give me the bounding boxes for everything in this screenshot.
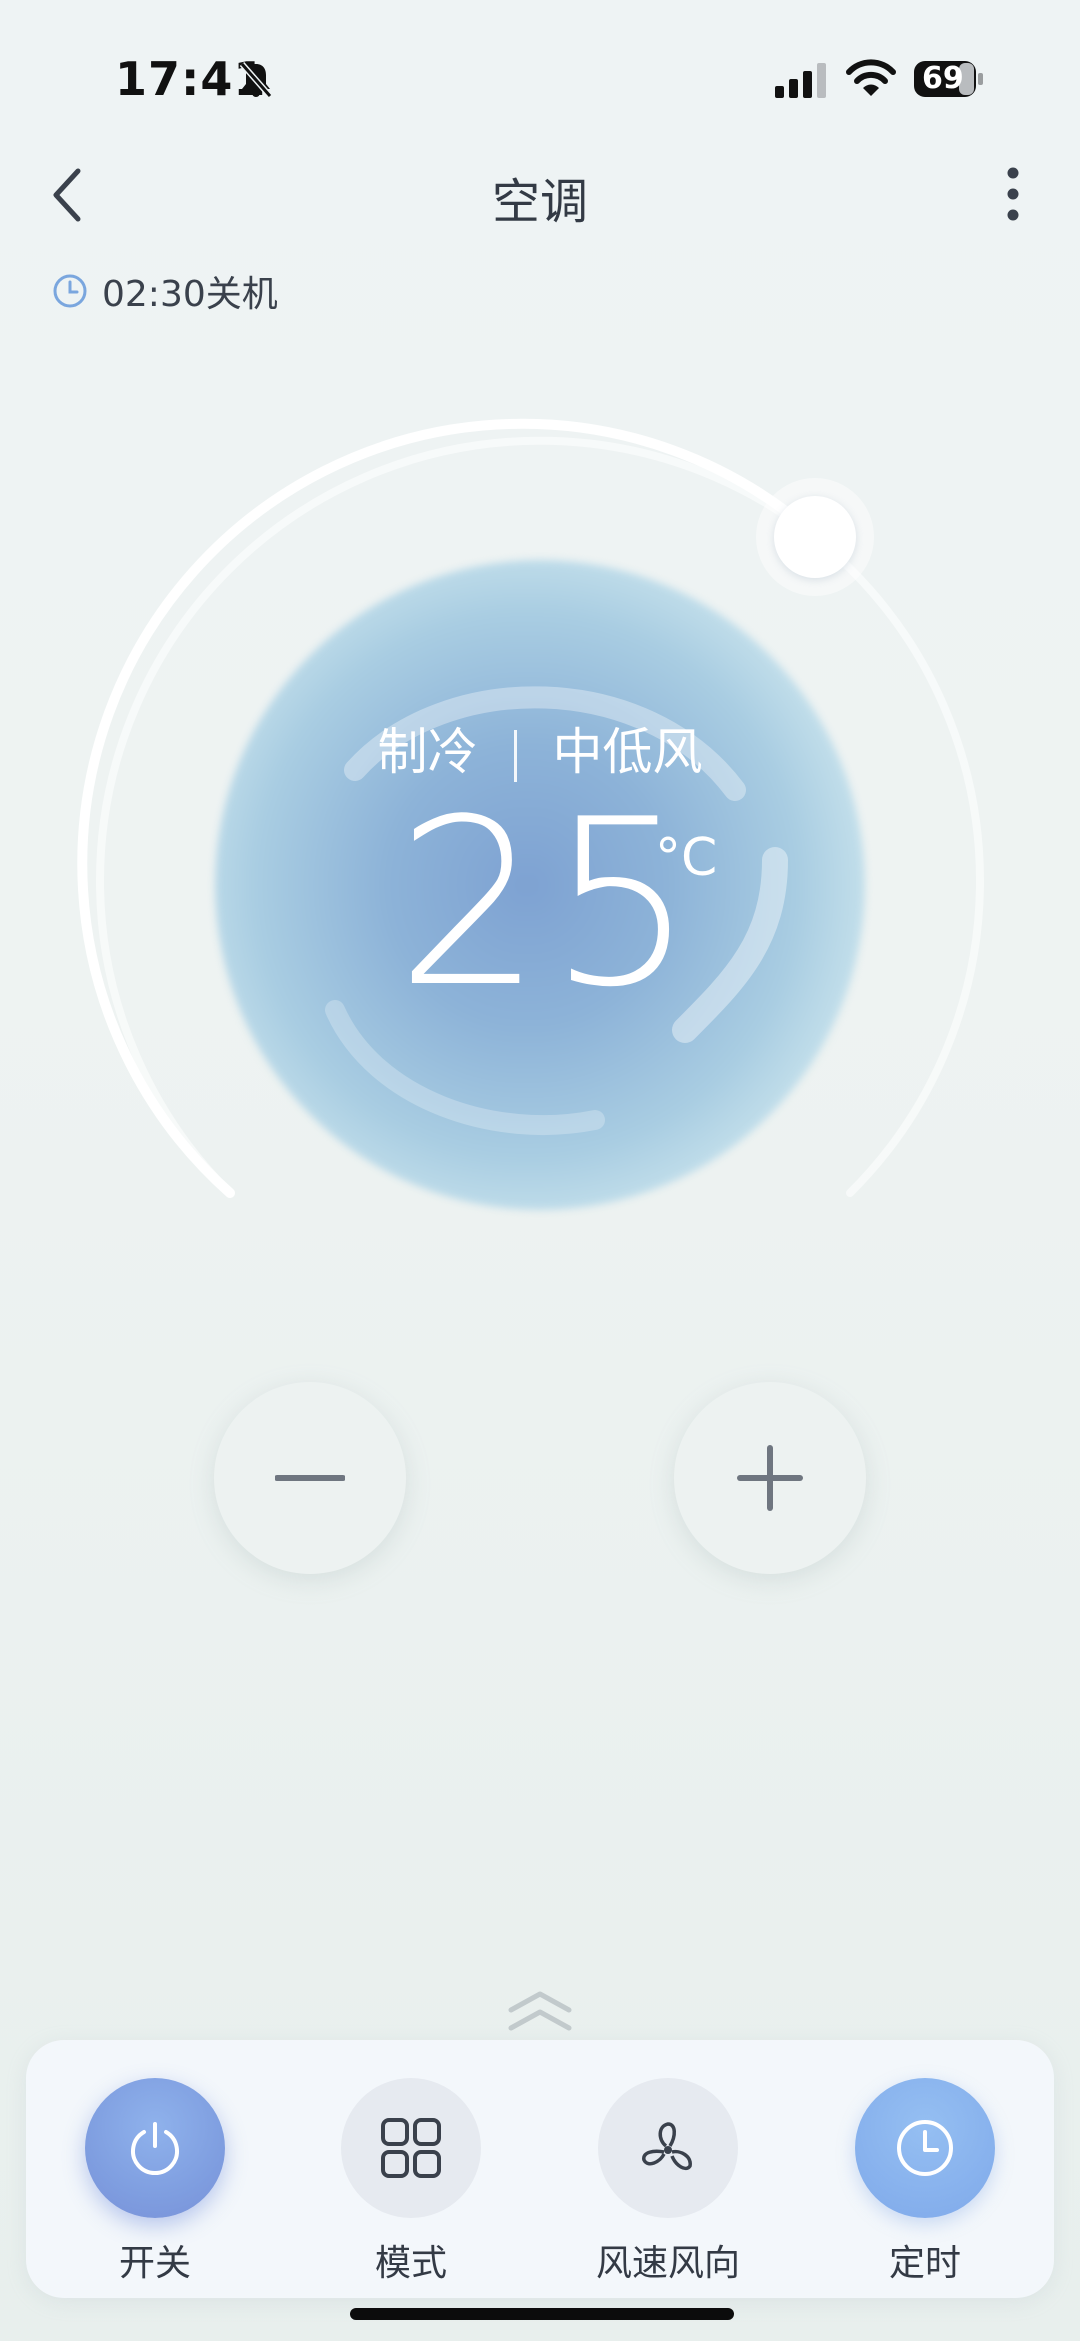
- fan-circle[interactable]: [598, 2078, 738, 2218]
- fan-icon: [642, 2122, 692, 2171]
- fan-label: 风速风向: [595, 2243, 740, 2284]
- grid-icon: [381, 2118, 441, 2178]
- fan-button[interactable]: 风速风向: [588, 2078, 748, 2286]
- home-indicator[interactable]: [350, 2308, 734, 2320]
- power-button[interactable]: 开关: [75, 2078, 235, 2286]
- timer-button[interactable]: 定时: [845, 2078, 1005, 2286]
- power-icon: [131, 2122, 179, 2176]
- minus-icon: [275, 1475, 345, 1481]
- temperature-value: 25: [396, 771, 701, 1038]
- power-label: 开关: [118, 2243, 191, 2284]
- increase-temperature-button[interactable]: [674, 1382, 866, 1574]
- mode-label-button: 模式: [374, 2243, 447, 2284]
- dial-handle[interactable]: [756, 478, 874, 596]
- timer-circle[interactable]: [855, 2078, 995, 2218]
- timer-label: 定时: [888, 2243, 961, 2284]
- decrease-temperature-button[interactable]: [214, 1382, 406, 1574]
- double-chevron-up-icon[interactable]: [505, 1990, 575, 2032]
- temperature-dial[interactable]: [0, 0, 1080, 1350]
- plus-icon: [737, 1445, 803, 1511]
- power-circle[interactable]: [85, 2078, 225, 2218]
- mode-circle[interactable]: [341, 2078, 481, 2218]
- clock-icon: [897, 2120, 953, 2176]
- mode-button[interactable]: 模式: [331, 2078, 491, 2286]
- temperature-unit: °C: [655, 828, 718, 888]
